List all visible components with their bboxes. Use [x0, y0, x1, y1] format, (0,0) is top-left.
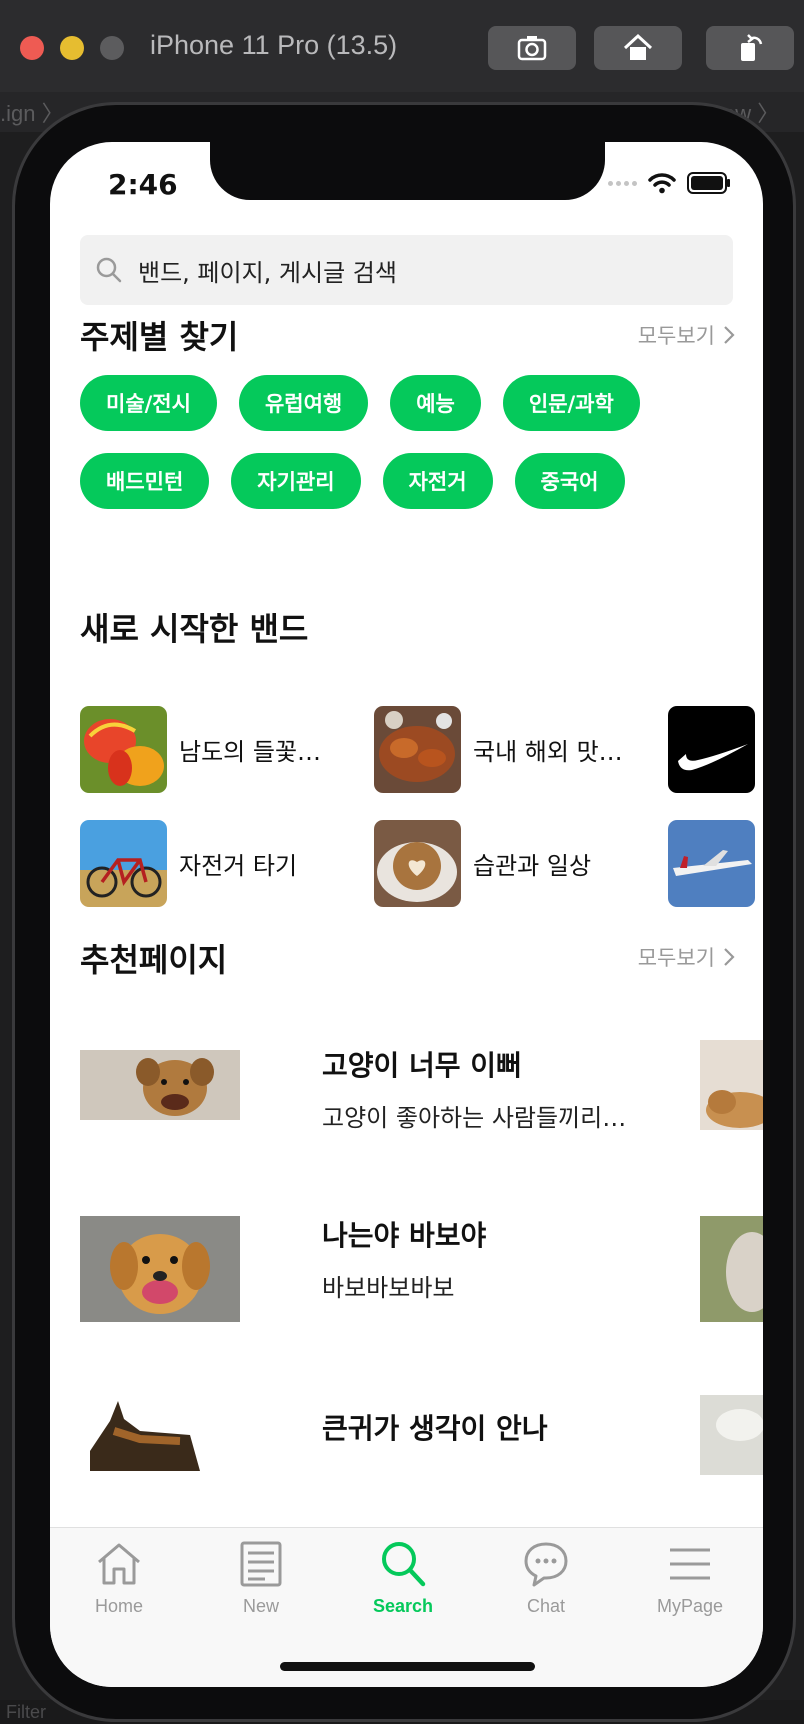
home-button[interactable]	[594, 26, 682, 70]
see-all-label: 모두보기	[637, 946, 715, 970]
band-name: 습관과 일상	[473, 852, 592, 880]
new-bands-title: 새로 시작한 밴드	[80, 610, 309, 648]
page-thumbnail-white-dog	[700, 1395, 763, 1475]
tab-search[interactable]: Search	[348, 1538, 458, 1617]
topic-chips-row-2: 배드민턴 자기관리 자전거 중국어	[80, 453, 625, 509]
band-item[interactable]: 습관과 일상	[374, 820, 591, 907]
screenshot-button[interactable]	[488, 26, 576, 70]
topics-title: 주제별 찾기	[80, 318, 239, 356]
band-thumbnail-food	[374, 706, 461, 793]
band-item[interactable]	[668, 706, 755, 793]
recommended-see-all-link[interactable]: 모두보기	[638, 942, 735, 972]
tab-mypage[interactable]: MyPage	[635, 1538, 745, 1617]
close-window-button[interactable]	[20, 36, 44, 60]
topic-chip[interactable]: 자전거	[382, 453, 493, 509]
page-title: 고양이 너무 이뻐	[322, 1049, 522, 1082]
recommended-title: 추천페이지	[80, 941, 228, 979]
topic-chip[interactable]: 유럽여행	[238, 375, 369, 431]
house-icon	[623, 33, 653, 60]
notch	[210, 142, 605, 200]
page-list-item[interactable]: 큰귀가 생각이 안나	[80, 1377, 763, 1527]
page-title: 큰귀가 생각이 안나	[322, 1412, 548, 1445]
band-thumbnail-coffee	[374, 820, 461, 907]
band-item[interactable]: 자전거 타기	[80, 820, 297, 907]
status-time: 2:46	[108, 168, 178, 201]
camera-icon	[517, 36, 547, 61]
tab-home[interactable]: Home	[64, 1538, 174, 1617]
topic-chips-row-1: 미술/전시 유럽여행 예능 인문/과학	[80, 375, 640, 431]
tab-label: Search	[372, 1596, 434, 1616]
tab-label: Chat	[526, 1596, 566, 1616]
menu-icon	[670, 1548, 710, 1580]
cellular-signal-icon	[608, 180, 637, 186]
simulator-titlebar: iPhone 11 Pro (13.5)	[0, 0, 804, 93]
home-icon	[98, 1543, 140, 1585]
page-description: 바보바보바보	[322, 1274, 455, 1302]
band-thumbnail-tulip	[80, 706, 167, 793]
band-item[interactable]	[668, 820, 755, 907]
status-indicators	[608, 172, 731, 194]
rotate-icon	[741, 34, 763, 61]
tab-chat[interactable]: Chat	[491, 1538, 601, 1617]
topic-chip[interactable]: 예능	[390, 375, 481, 431]
band-thumbnail-bicycle	[80, 820, 167, 907]
band-thumbnail-airplane	[668, 820, 755, 907]
tab-label: MyPage	[656, 1596, 724, 1616]
app-screen: 2:46 밴드, 페이지, 게시글 검색 주제별 찾기 모두보기 미술/전시 유…	[50, 142, 763, 1687]
search-icon	[96, 257, 122, 283]
topic-chip[interactable]: 중국어	[514, 453, 625, 509]
page-description: 고양이 좋아하는 사람들끼리…	[322, 1104, 627, 1132]
band-name: 국내 해외 맛…	[473, 738, 623, 766]
page-thumbnail-puppy	[700, 1216, 763, 1322]
topic-chip[interactable]: 배드민턴	[80, 453, 210, 509]
device-title: iPhone 11 Pro (13.5)	[150, 30, 398, 60]
page-thumbnail-sleeping-dog	[700, 1040, 763, 1130]
band-item[interactable]: 국내 해외 맛…	[374, 706, 623, 793]
news-icon	[240, 1541, 282, 1587]
topic-chip[interactable]: 미술/전시	[80, 375, 217, 431]
wifi-icon	[648, 173, 676, 194]
topic-chip[interactable]: 인문/과학	[502, 375, 640, 431]
battery-icon	[687, 172, 730, 194]
page-list-item[interactable]: 나는야 바보야 바보바보바보	[80, 1192, 763, 1352]
band-item[interactable]: 남도의 들꽃…	[80, 706, 321, 793]
home-indicator	[280, 1662, 535, 1671]
band-name: 남도의 들꽃…	[179, 738, 322, 766]
topics-see-all-link[interactable]: 모두보기	[638, 320, 735, 350]
page-thumbnail-golden-retriever	[80, 1216, 240, 1322]
topic-chip[interactable]: 자기관리	[231, 453, 361, 509]
rotate-button[interactable]	[706, 26, 794, 70]
tab-new[interactable]: New	[206, 1538, 316, 1617]
band-name: 자전거 타기	[179, 852, 298, 880]
search-input[interactable]: 밴드, 페이지, 게시글 검색	[80, 235, 733, 305]
chevron-right-icon	[724, 326, 735, 344]
page-title: 나는야 바보야	[322, 1219, 487, 1252]
see-all-label: 모두보기	[637, 324, 715, 348]
page-thumbnail-dog	[80, 1050, 240, 1120]
chevron-right-icon	[724, 948, 735, 966]
page-thumbnail-german-shepherd	[80, 1391, 240, 1471]
tab-label: Home	[94, 1596, 143, 1616]
search-placeholder: 밴드, 페이지, 게시글 검색	[138, 258, 397, 287]
band-thumbnail-nike	[668, 706, 755, 793]
zoom-window-button[interactable]	[100, 36, 124, 60]
tab-label: New	[242, 1596, 279, 1616]
search-icon	[382, 1542, 426, 1587]
page-list-item[interactable]: 고양이 너무 이뻐 고양이 좋아하는 사람들끼리…	[80, 1022, 763, 1182]
chat-icon	[524, 1542, 568, 1587]
minimize-window-button[interactable]	[60, 36, 84, 60]
